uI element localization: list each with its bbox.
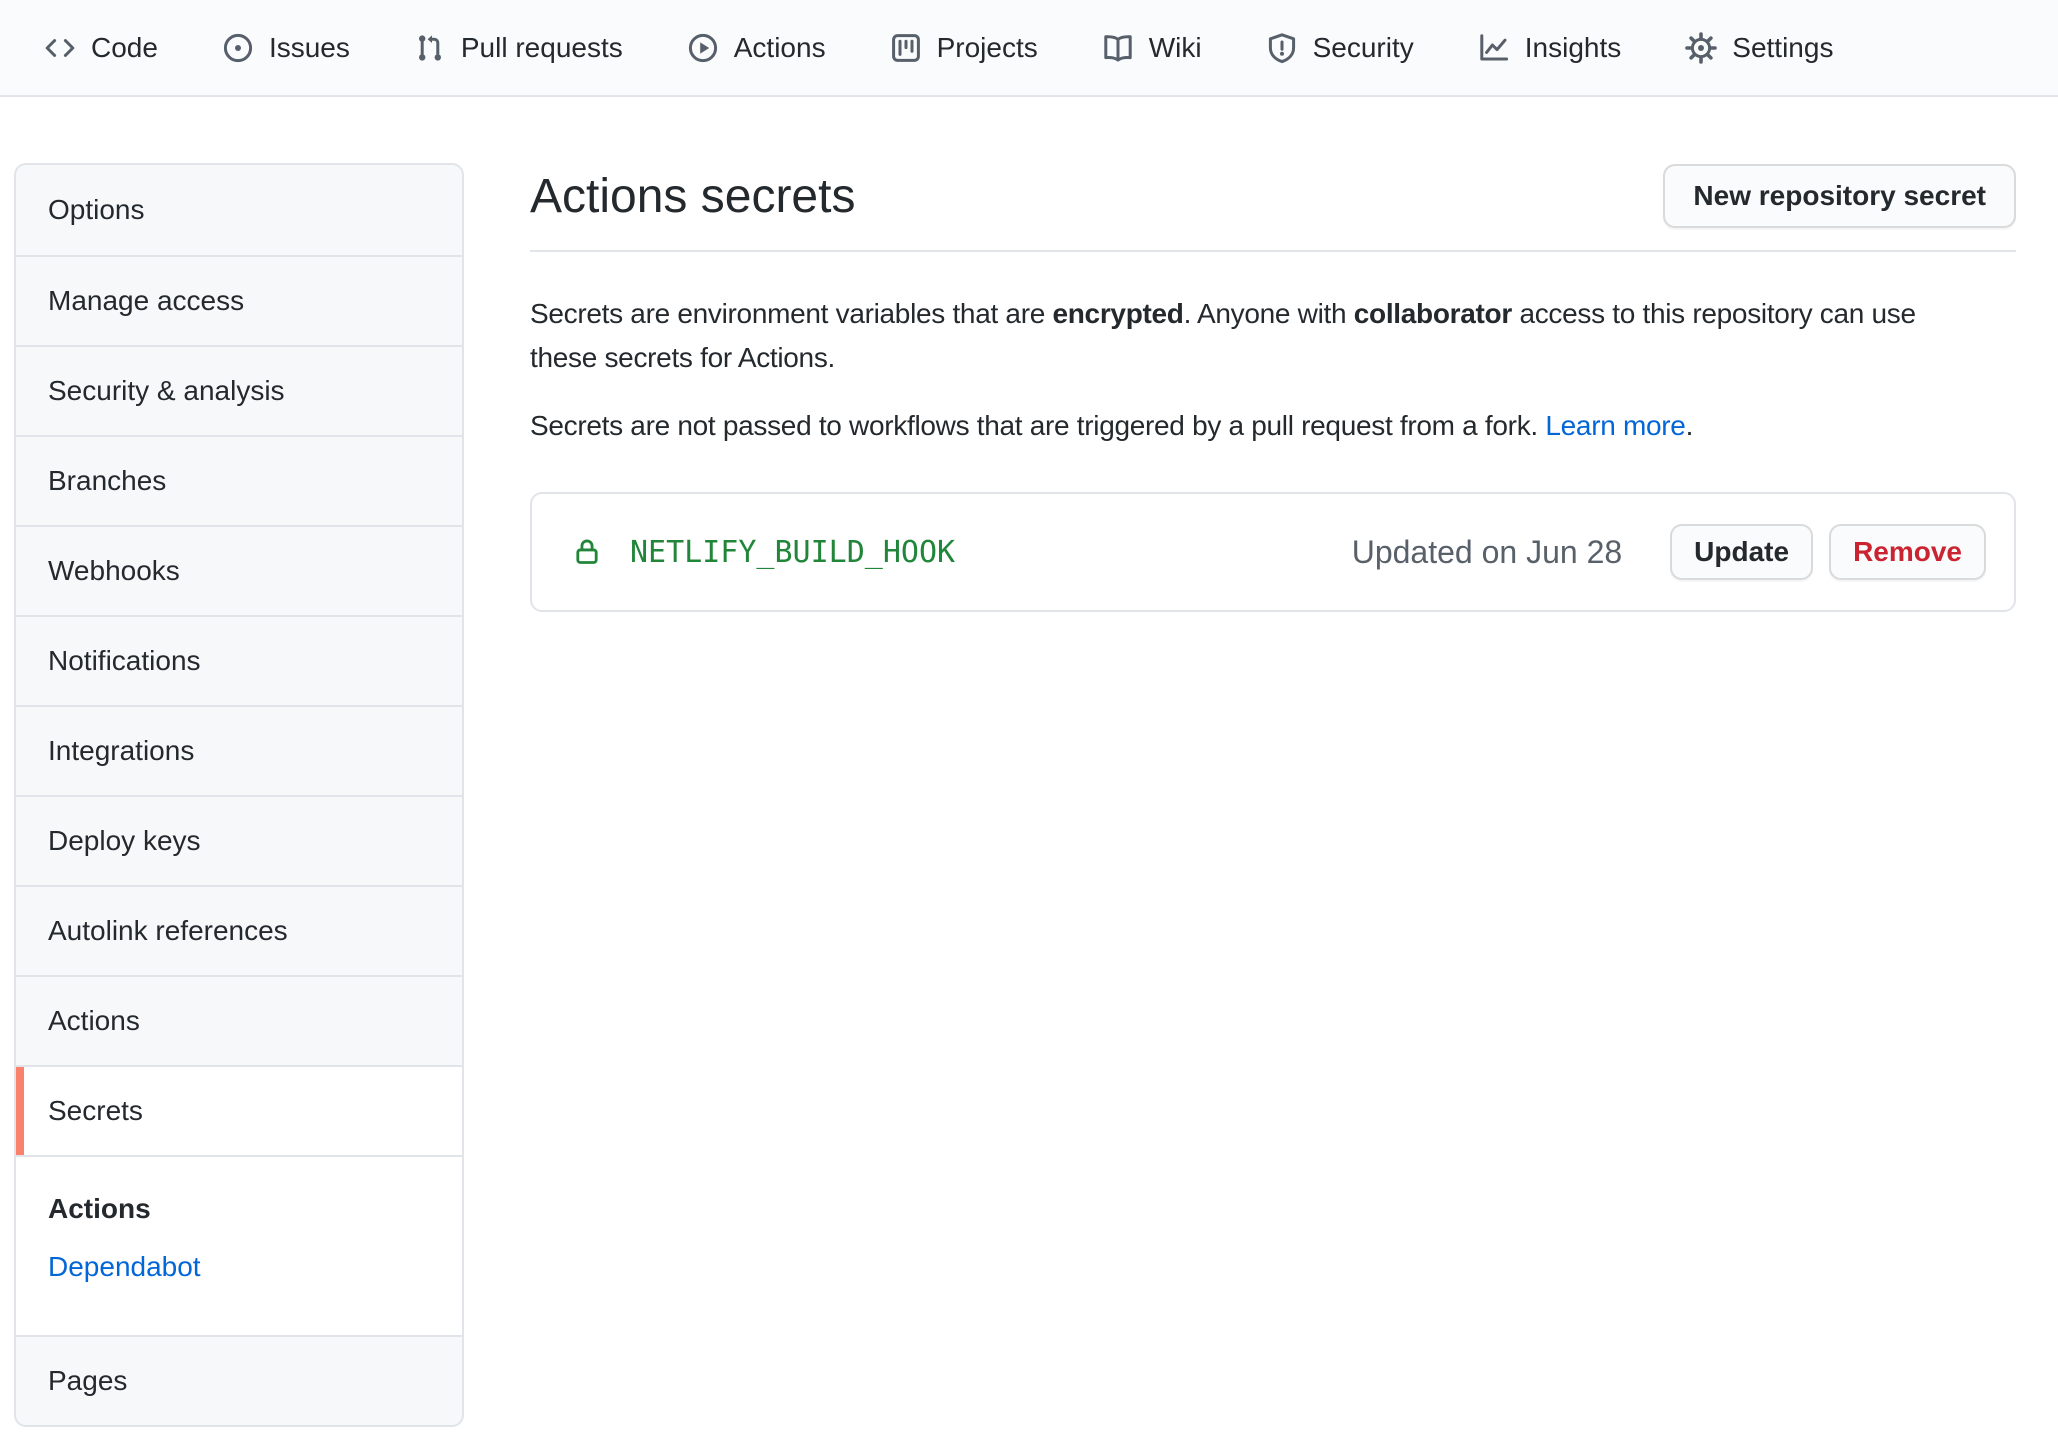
tab-label: Insights bbox=[1525, 32, 1622, 64]
sidebar-item-branches[interactable]: Branches bbox=[16, 435, 462, 525]
sidebar-item-options[interactable]: Options bbox=[16, 165, 462, 255]
settings-sidebar: Options Manage access Security & analysi… bbox=[14, 163, 464, 1427]
play-icon bbox=[687, 32, 719, 64]
fork-note: Secrets are not passed to workflows that… bbox=[530, 404, 2016, 448]
shield-icon bbox=[1266, 32, 1298, 64]
sidebar-item-autolink-references[interactable]: Autolink references bbox=[16, 885, 462, 975]
tab-label: Wiki bbox=[1149, 32, 1202, 64]
tab-pull-requests[interactable]: Pull requests bbox=[414, 32, 623, 64]
secret-updated-date: Updated on Jun 28 bbox=[1352, 534, 1622, 571]
subhead: Actions secrets New repository secret bbox=[530, 164, 2016, 252]
tab-code[interactable]: Code bbox=[44, 32, 158, 64]
tab-label: Projects bbox=[937, 32, 1038, 64]
tab-issues[interactable]: Issues bbox=[222, 32, 350, 64]
description-text: these secrets for Actions. bbox=[530, 342, 835, 373]
new-repository-secret-button[interactable]: New repository secret bbox=[1663, 164, 2016, 228]
tab-label: Pull requests bbox=[461, 32, 623, 64]
secret-row: NETLIFY_BUILD_HOOK Updated on Jun 28 Upd… bbox=[532, 494, 2014, 610]
tab-label: Security bbox=[1313, 32, 1414, 64]
actions-secrets-pane: Actions secrets New repository secret Se… bbox=[530, 164, 2016, 612]
subsection-actions-label: Actions bbox=[48, 1193, 430, 1225]
remove-secret-button[interactable]: Remove bbox=[1829, 524, 1986, 580]
gear-icon bbox=[1685, 32, 1717, 64]
sidebar-item-actions[interactable]: Actions bbox=[16, 975, 462, 1065]
tab-settings[interactable]: Settings bbox=[1685, 32, 1833, 64]
learn-more-link[interactable]: Learn more bbox=[1545, 410, 1685, 441]
git-pull-request-icon bbox=[414, 32, 446, 64]
fork-note-text: Secrets are not passed to workflows that… bbox=[530, 410, 1545, 441]
repo-tab-bar: Code Issues Pull requests Actions bbox=[0, 0, 2058, 97]
lock-icon bbox=[572, 537, 602, 567]
tab-projects[interactable]: Projects bbox=[890, 32, 1038, 64]
sidebar-link-dependabot[interactable]: Dependabot bbox=[48, 1251, 201, 1283]
fork-note-text: . bbox=[1686, 410, 1693, 441]
description-bold-encrypted: encrypted bbox=[1052, 298, 1183, 329]
sidebar-item-deploy-keys[interactable]: Deploy keys bbox=[16, 795, 462, 885]
tab-insights[interactable]: Insights bbox=[1478, 32, 1622, 64]
sidebar-item-integrations[interactable]: Integrations bbox=[16, 705, 462, 795]
tab-label: Actions bbox=[734, 32, 826, 64]
sidebar-item-secrets[interactable]: Secrets bbox=[16, 1065, 462, 1155]
secrets-description: Secrets are environment variables that a… bbox=[530, 292, 2016, 380]
secrets-subsection: Actions Dependabot bbox=[16, 1155, 462, 1335]
code-icon bbox=[44, 32, 76, 64]
tab-label: Code bbox=[91, 32, 158, 64]
secret-name: NETLIFY_BUILD_HOOK bbox=[630, 535, 955, 570]
secrets-list: NETLIFY_BUILD_HOOK Updated on Jun 28 Upd… bbox=[530, 492, 2016, 612]
project-icon bbox=[890, 32, 922, 64]
sidebar-item-security-analysis[interactable]: Security & analysis bbox=[16, 345, 462, 435]
issue-opened-icon bbox=[222, 32, 254, 64]
tab-wiki[interactable]: Wiki bbox=[1102, 32, 1202, 64]
description-text: . Anyone with bbox=[1184, 298, 1354, 329]
description-text: access to this repository can use bbox=[1512, 298, 1916, 329]
tab-label: Settings bbox=[1732, 32, 1833, 64]
sidebar-item-pages[interactable]: Pages bbox=[16, 1335, 462, 1425]
graph-icon bbox=[1478, 32, 1510, 64]
update-secret-button[interactable]: Update bbox=[1670, 524, 1813, 580]
book-icon bbox=[1102, 32, 1134, 64]
tab-label: Issues bbox=[269, 32, 350, 64]
description-text: Secrets are environment variables that a… bbox=[530, 298, 1052, 329]
sidebar-item-manage-access[interactable]: Manage access bbox=[16, 255, 462, 345]
page-title: Actions secrets bbox=[530, 169, 855, 224]
tab-actions[interactable]: Actions bbox=[687, 32, 826, 64]
tab-security[interactable]: Security bbox=[1266, 32, 1414, 64]
description-bold-collaborator: collaborator bbox=[1354, 298, 1512, 329]
sidebar-item-webhooks[interactable]: Webhooks bbox=[16, 525, 462, 615]
sidebar-item-notifications[interactable]: Notifications bbox=[16, 615, 462, 705]
